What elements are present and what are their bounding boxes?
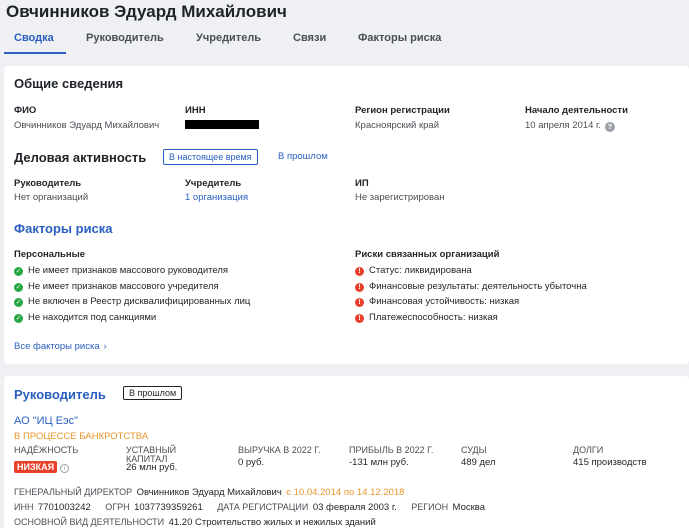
- revenue-label: ВЫРУЧКА В 2022 Г.: [238, 445, 321, 455]
- profit-label: ПРИБЫЛЬ В 2022 Г.: [349, 445, 434, 455]
- revenue-value: 0 руб.: [238, 457, 265, 468]
- start-date: 10 апреля 2014 г.?: [525, 120, 615, 132]
- related-risk-item: ! Статус: ликвидирована: [355, 265, 472, 276]
- tab-manager[interactable]: Руководитель: [86, 32, 164, 44]
- active-tab-indicator: [4, 52, 66, 54]
- regdate-label: ДАТА РЕГИСТРАЦИИ: [217, 502, 309, 512]
- region-value: Москва: [452, 502, 485, 513]
- warning-icon: !: [355, 298, 364, 307]
- personal-risk-item: ✓ Не имеет признаков массового руководите…: [14, 265, 229, 276]
- courts-label: СУДЫ: [461, 445, 487, 455]
- ogrn-label: ОГРН: [105, 502, 130, 512]
- fio-value: Овчинников Эдуард Михайлович: [14, 120, 160, 131]
- reliability-badge: НИЗКАЯ: [14, 461, 58, 473]
- business-manager-label: Руководитель: [14, 178, 82, 189]
- manager-heading[interactable]: Руководитель: [14, 387, 106, 402]
- all-risks-link[interactable]: Все факторы риска ›: [14, 341, 107, 352]
- start-value: 10 апреля 2014 г.: [525, 120, 601, 131]
- tab-bar: Сводка Руководитель Учредитель Связи Фак…: [0, 28, 689, 54]
- ip-value: Не зарегистрирован: [355, 192, 445, 203]
- ip-label: ИП: [355, 178, 369, 189]
- info-icon[interactable]: i: [60, 464, 70, 473]
- debts-value: 415 производств: [573, 457, 647, 468]
- personal-label: Персональные: [14, 249, 86, 260]
- region-value: Красноярский край: [355, 120, 439, 131]
- reliability-badge-row: НИЗКАЯ i: [14, 457, 70, 475]
- chevron-right-icon: ›: [103, 341, 107, 351]
- warning-icon: !: [355, 283, 364, 292]
- region-label: Регион регистрации: [355, 105, 450, 116]
- company-name-link[interactable]: АО "ИЦ Еэс": [14, 415, 78, 427]
- related-risk-item: ! Платежеспособность: низкая: [355, 312, 498, 323]
- activity-label: ОСНОВНОЙ ВИД ДЕЯТЕЛЬНОСТИ: [14, 517, 165, 527]
- tab-founder[interactable]: Учредитель: [196, 32, 261, 44]
- personal-risk-item: ✓ Не включен в Реестр дисквалифицированны…: [14, 296, 251, 307]
- past-button[interactable]: В прошлом: [123, 386, 183, 400]
- summary-card: Общие сведения ФИО Овчинников Эдуард Мих…: [4, 66, 689, 364]
- inn-label: ИНН: [14, 502, 34, 512]
- tab-summary[interactable]: Сводка: [14, 32, 54, 44]
- director-label: ГЕНЕРАЛЬНЫЙ ДИРЕКТОР: [14, 487, 133, 497]
- warning-icon: !: [355, 267, 364, 276]
- check-icon: ✓: [14, 314, 23, 323]
- inn-redacted: [185, 120, 259, 129]
- general-heading: Общие сведения: [14, 76, 124, 91]
- risks-heading[interactable]: Факторы риска: [14, 221, 113, 236]
- past-link[interactable]: В прошлом: [278, 151, 328, 162]
- page-title: Овчинников Эдуард Михайлович: [6, 2, 287, 21]
- check-icon: ✓: [14, 267, 23, 276]
- region-label: РЕГИОН: [411, 502, 449, 512]
- start-label: Начало деятельности: [525, 105, 628, 116]
- fio-label: ФИО: [14, 105, 37, 116]
- activity-value: 41.20 Строительство жилых и нежилых здан…: [168, 517, 376, 528]
- business-founder-label: Учредитель: [185, 178, 242, 189]
- capital-value: 26 млн руб.: [126, 462, 178, 473]
- courts-value: 489 дел: [461, 457, 496, 468]
- personal-risk-item: ✓ Не находится под санкциями: [14, 312, 157, 323]
- tab-connections[interactable]: Связи: [293, 32, 326, 44]
- business-heading: Деловая активность: [14, 150, 147, 165]
- inn-label: ИНН: [185, 105, 206, 116]
- check-icon: ✓: [14, 298, 23, 307]
- warning-icon: !: [355, 314, 364, 323]
- business-manager-value: Нет организаций: [14, 192, 89, 203]
- related-risk-item: ! Финансовая устойчивость: низкая: [355, 296, 519, 307]
- company-status: В ПРОЦЕССЕ БАНКРОТСТВА: [14, 431, 149, 442]
- related-label: Риски связанных организаций: [355, 249, 500, 260]
- related-risk-item: ! Финансовые результаты: деятельность убы…: [355, 281, 587, 292]
- profit-value: -131 млн руб.: [349, 457, 409, 468]
- manager-card: Руководитель В прошлом АО "ИЦ Еэс" В ПРО…: [4, 376, 689, 528]
- business-founder-link[interactable]: 1 организация: [185, 192, 248, 203]
- reliability-label: НАДЁЖНОСТЬ: [14, 445, 79, 455]
- now-button[interactable]: В настоящее время: [163, 149, 258, 165]
- debts-label: ДОЛГИ: [573, 445, 604, 455]
- check-icon: ✓: [14, 283, 23, 292]
- help-icon[interactable]: ?: [604, 122, 615, 132]
- personal-risk-item: ✓ Не имеет признаков массового учредителя: [14, 281, 219, 292]
- tab-risk-factors[interactable]: Факторы риска: [358, 32, 441, 44]
- activity-row: ОСНОВНОЙ ВИД ДЕЯТЕЛЬНОСТИ 41.20 Строител…: [14, 512, 376, 528]
